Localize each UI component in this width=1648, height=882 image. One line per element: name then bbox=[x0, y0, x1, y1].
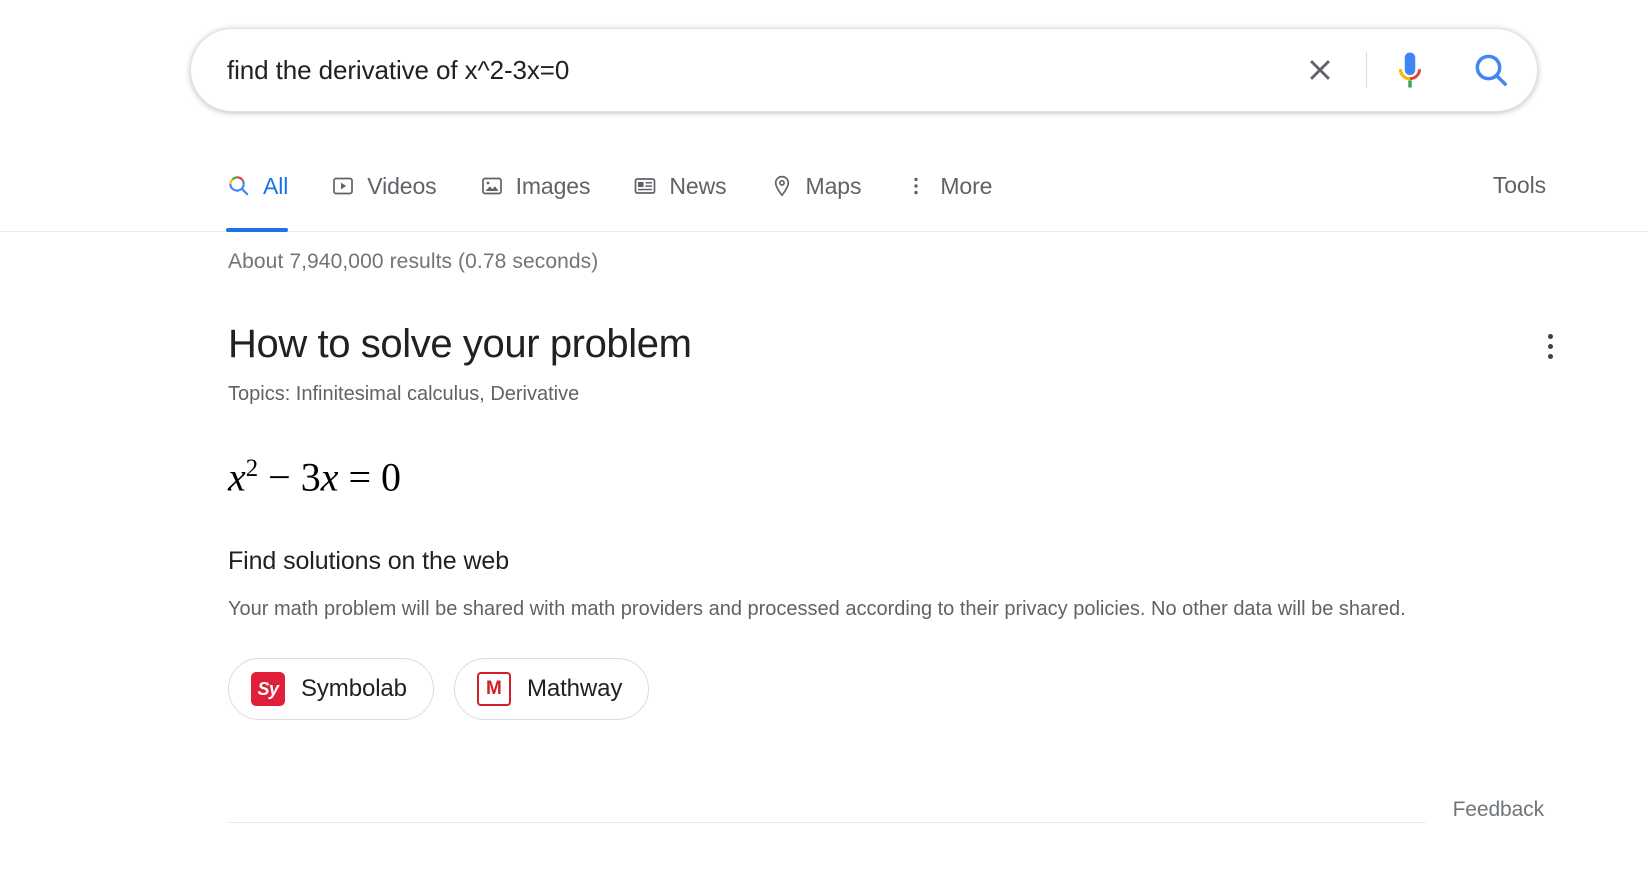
tab-label: All bbox=[263, 173, 288, 199]
tab-label: Videos bbox=[367, 173, 436, 199]
search-bar[interactable] bbox=[190, 28, 1538, 112]
section-heading: Find solutions on the web bbox=[228, 545, 1548, 577]
card-topics: Topics: Infinitesimal calculus, Derivati… bbox=[228, 381, 1548, 407]
equation-var2: x bbox=[321, 454, 339, 499]
google-search-colored-icon bbox=[226, 173, 252, 199]
search-nav-bar: All Videos bbox=[0, 156, 1648, 232]
mathway-logo: M bbox=[477, 672, 511, 706]
tab-images[interactable]: Images bbox=[479, 156, 591, 214]
search-bar-icons bbox=[1296, 29, 1513, 111]
tab-more[interactable]: More bbox=[903, 156, 992, 214]
tab-videos[interactable]: Videos bbox=[330, 156, 436, 214]
tab-all[interactable]: All bbox=[226, 156, 288, 214]
tools-button[interactable]: Tools bbox=[1493, 172, 1546, 199]
google-search-results-page: All Videos bbox=[0, 0, 1648, 882]
search-bar-container bbox=[190, 28, 1538, 112]
microphone-icon[interactable] bbox=[1389, 49, 1431, 91]
equation-exponent: 2 bbox=[246, 455, 258, 482]
provider-chip-symbolab[interactable]: Sy Symbolab bbox=[228, 658, 434, 720]
tab-label: Maps bbox=[806, 173, 862, 199]
card-menu-icon[interactable] bbox=[1530, 326, 1570, 366]
provider-label: Mathway bbox=[527, 674, 622, 704]
equation-operator: − 3 bbox=[258, 454, 321, 499]
more-vertical-icon bbox=[903, 173, 929, 199]
results-container: About 7,940,000 results (0.78 seconds) H… bbox=[228, 248, 1548, 720]
close-icon[interactable] bbox=[1296, 46, 1344, 94]
tab-maps[interactable]: Maps bbox=[769, 156, 862, 214]
feedback-link[interactable]: Feedback bbox=[1453, 798, 1544, 822]
menu-dot bbox=[1548, 354, 1553, 359]
search-input[interactable] bbox=[227, 53, 1296, 87]
search-icon[interactable] bbox=[1469, 48, 1513, 92]
video-icon bbox=[330, 173, 356, 199]
tab-news[interactable]: News bbox=[632, 156, 726, 214]
math-equation: x2 − 3x = 0 bbox=[228, 445, 1548, 501]
search-bar-divider bbox=[1366, 52, 1367, 88]
equation-tail: = 0 bbox=[339, 454, 402, 499]
math-solver-card: How to solve your problem Topics: Infini… bbox=[228, 320, 1548, 720]
equation-base: x bbox=[228, 454, 246, 499]
menu-dot bbox=[1548, 334, 1553, 339]
map-pin-icon bbox=[769, 173, 795, 199]
provider-label: Symbolab bbox=[301, 674, 407, 704]
tab-label: Images bbox=[516, 173, 591, 199]
nav-tabs: All Videos bbox=[226, 156, 1034, 231]
symbolab-logo: Sy bbox=[251, 672, 285, 706]
tab-label: News bbox=[669, 173, 726, 199]
provider-chip-mathway[interactable]: M Mathway bbox=[454, 658, 649, 720]
tab-label: More bbox=[940, 173, 992, 199]
newspaper-icon bbox=[632, 173, 658, 199]
footer-divider bbox=[228, 822, 1426, 823]
privacy-disclaimer: Your math problem will be shared with ma… bbox=[228, 595, 1490, 624]
menu-dot bbox=[1548, 344, 1553, 349]
image-icon bbox=[479, 173, 505, 199]
card-title: How to solve your problem bbox=[228, 320, 1548, 368]
provider-chips: Sy Symbolab M Mathway bbox=[228, 658, 1548, 720]
result-stats: About 7,940,000 results (0.78 seconds) bbox=[228, 248, 1548, 276]
